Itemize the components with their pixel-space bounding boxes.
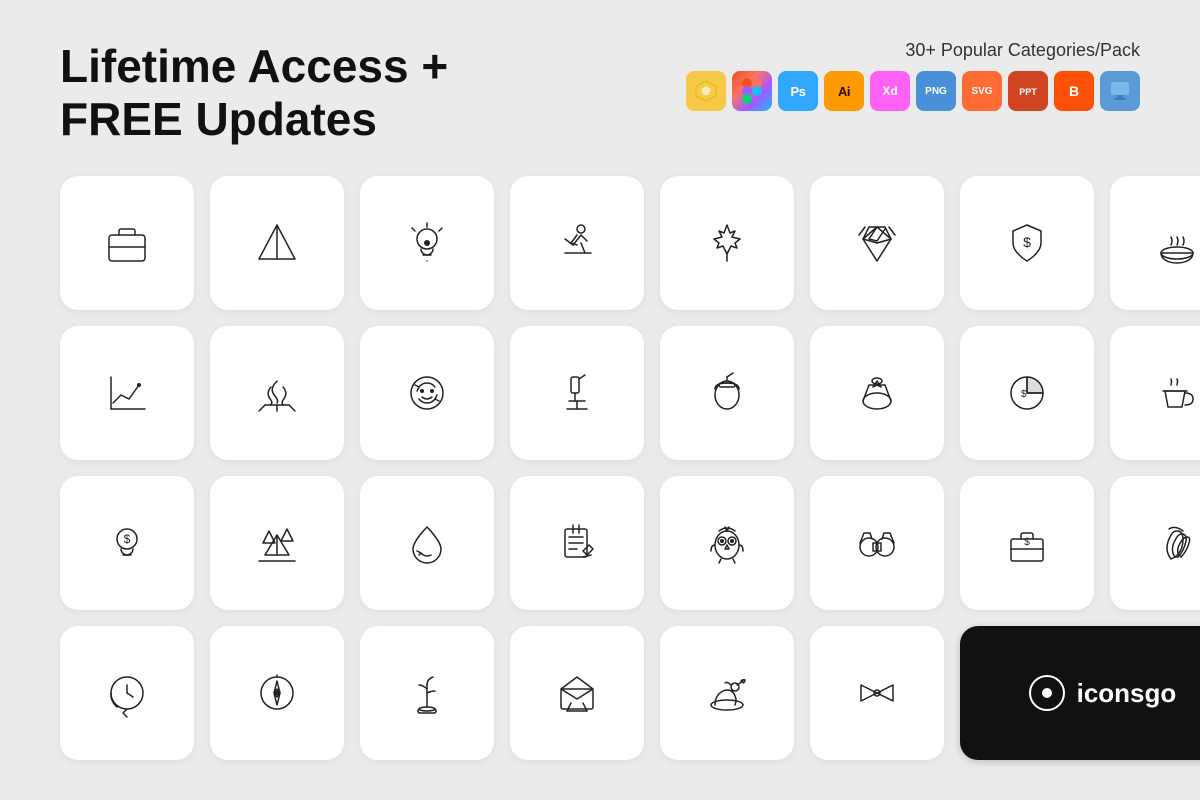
iconsgo-logo-text: iconsgo	[1077, 678, 1177, 709]
icon-card-hand-plant	[360, 626, 494, 760]
sketch-badge	[686, 71, 726, 111]
icon-card-dollar-bulb: $	[60, 476, 194, 610]
icon-card-notepad	[510, 476, 644, 610]
ps-badge: Ps	[778, 71, 818, 111]
icon-card-tent	[210, 176, 344, 310]
icon-card-idea-bulb	[360, 176, 494, 310]
icons-grid: $	[60, 176, 1140, 760]
svg-text:$: $	[124, 532, 131, 546]
main-container: Lifetime Access + FREE Updates 30+ Popul…	[0, 0, 1200, 800]
icon-card-ring	[810, 326, 944, 460]
svg-badge: SVG	[962, 71, 1002, 111]
icon-card-acorn	[660, 326, 794, 460]
icon-card-chicken	[660, 626, 794, 760]
icon-card-briefcase	[60, 176, 194, 310]
icon-card-cash-register: $	[960, 476, 1094, 610]
icon-card-shield-dollar: $	[960, 176, 1094, 310]
icon-card-water-recycle	[360, 476, 494, 610]
icon-card-diamond	[810, 176, 944, 310]
format-icons: Ps Ai Xd PNG SVG PPT B	[686, 71, 1140, 111]
icon-card-recycle	[360, 326, 494, 460]
icon-card-bananas	[1110, 476, 1200, 610]
icon-card-line-chart	[60, 326, 194, 460]
ai-badge: Ai	[824, 71, 864, 111]
figma-badge	[732, 71, 772, 111]
icon-card-bowtie	[810, 626, 944, 760]
icon-card-coffee-cup	[1110, 326, 1200, 460]
icon-card-camp-trees	[210, 476, 344, 610]
icon-card-pie-chart: $	[960, 326, 1094, 460]
svg-text:PPT: PPT	[1019, 87, 1037, 97]
svg-text:$: $	[1021, 389, 1027, 400]
icon-card-compass	[210, 626, 344, 760]
xd-badge: Xd	[870, 71, 910, 111]
subtitle-block: 30+ Popular Categories/Pack	[686, 40, 1140, 111]
icon-card-binoculars	[810, 476, 944, 610]
keynote-badge	[1100, 71, 1140, 111]
svg-text:$: $	[1025, 537, 1031, 548]
main-title: Lifetime Access + FREE Updates	[60, 40, 448, 146]
icon-card-person-desk	[510, 176, 644, 310]
blogger-badge: B	[1054, 71, 1094, 111]
icon-card-campfire	[210, 326, 344, 460]
icon-card-clock-arrow	[60, 626, 194, 760]
ppt-badge: PPT	[1008, 71, 1048, 111]
icon-card-hot-bowl	[1110, 176, 1200, 310]
png-badge: PNG	[916, 71, 956, 111]
svg-text:$: $	[1024, 234, 1032, 250]
header: Lifetime Access + FREE Updates 30+ Popul…	[60, 40, 1140, 146]
icon-card-microscope	[510, 326, 644, 460]
icon-card-maple-leaf	[660, 176, 794, 310]
title-block: Lifetime Access + FREE Updates	[60, 40, 448, 146]
icon-card-envelope	[510, 626, 644, 760]
categories-text: 30+ Popular Categories/Pack	[905, 40, 1140, 61]
icon-card-owl	[660, 476, 794, 610]
iconsgo-logo-card[interactable]: iconsgo	[960, 626, 1200, 760]
